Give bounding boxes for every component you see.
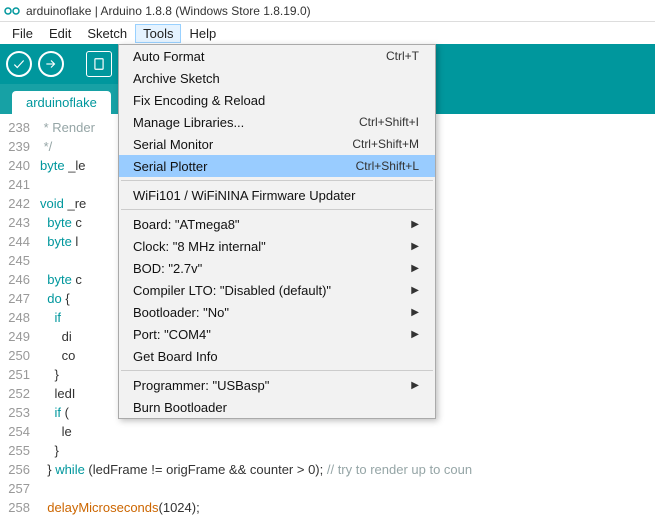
code-line[interactable]: delayMicroseconds(1024); <box>40 498 655 517</box>
line-number: 249 <box>0 327 30 346</box>
menu-separator <box>121 180 433 181</box>
window-title-bar: arduinoflake | Arduino 1.8.8 (Windows St… <box>0 0 655 22</box>
line-number: 239 <box>0 137 30 156</box>
line-number: 248 <box>0 308 30 327</box>
line-number: 247 <box>0 289 30 308</box>
menu-port[interactable]: Port: "COM4" ▶ <box>119 323 435 345</box>
menu-archive-sketch[interactable]: Archive Sketch <box>119 67 435 89</box>
line-number: 243 <box>0 213 30 232</box>
toolbar-extension <box>435 44 655 114</box>
menu-auto-format[interactable]: Auto Format Ctrl+T <box>119 45 435 67</box>
submenu-arrow-icon: ▶ <box>403 380 419 391</box>
menu-sketch[interactable]: Sketch <box>79 24 135 43</box>
menu-tools[interactable]: Tools <box>135 24 181 43</box>
menu-bar: File Edit Sketch Tools Help <box>0 22 655 44</box>
menu-edit[interactable]: Edit <box>41 24 79 43</box>
line-number: 238 <box>0 118 30 137</box>
line-number: 246 <box>0 270 30 289</box>
code-line[interactable]: le <box>40 422 655 441</box>
verify-button[interactable] <box>6 51 32 77</box>
line-number: 240 <box>0 156 30 175</box>
upload-button[interactable] <box>38 51 64 77</box>
submenu-arrow-icon: ▶ <box>403 307 419 318</box>
line-number: 241 <box>0 175 30 194</box>
menu-manage-libraries[interactable]: Manage Libraries... Ctrl+Shift+I <box>119 111 435 133</box>
menu-help[interactable]: Help <box>181 24 224 43</box>
code-line[interactable]: } while (ledFrame != origFrame && counte… <box>40 460 655 479</box>
line-number: 242 <box>0 194 30 213</box>
line-number: 253 <box>0 403 30 422</box>
menu-fix-encoding[interactable]: Fix Encoding & Reload <box>119 89 435 111</box>
submenu-arrow-icon: ▶ <box>403 241 419 252</box>
line-number: 254 <box>0 422 30 441</box>
line-number: 255 <box>0 441 30 460</box>
line-number: 256 <box>0 460 30 479</box>
line-number: 251 <box>0 365 30 384</box>
window-title: arduinoflake | Arduino 1.8.8 (Windows St… <box>26 4 311 18</box>
line-number: 244 <box>0 232 30 251</box>
menu-compiler-lto[interactable]: Compiler LTO: "Disabled (default)" ▶ <box>119 279 435 301</box>
code-line[interactable]: } <box>40 441 655 460</box>
submenu-arrow-icon: ▶ <box>403 329 419 340</box>
menu-programmer[interactable]: Programmer: "USBasp" ▶ <box>119 374 435 396</box>
menu-burn-bootloader[interactable]: Burn Bootloader <box>119 396 435 418</box>
line-gutter: 2382392402412422432442452462472482492502… <box>0 114 36 519</box>
submenu-arrow-icon: ▶ <box>403 219 419 230</box>
tools-dropdown: Auto Format Ctrl+T Archive Sketch Fix En… <box>118 44 436 419</box>
line-number: 245 <box>0 251 30 270</box>
menu-bootloader[interactable]: Bootloader: "No" ▶ <box>119 301 435 323</box>
menu-separator <box>121 370 433 371</box>
menu-serial-plotter[interactable]: Serial Plotter Ctrl+Shift+L <box>119 155 435 177</box>
tab-sketch[interactable]: arduinoflake <box>12 91 111 114</box>
arduino-logo-icon <box>4 3 20 19</box>
new-sketch-button[interactable] <box>86 51 112 77</box>
line-number: 250 <box>0 346 30 365</box>
menu-board[interactable]: Board: "ATmega8" ▶ <box>119 213 435 235</box>
line-number: 257 <box>0 479 30 498</box>
menu-separator <box>121 209 433 210</box>
line-number: 258 <box>0 498 30 517</box>
menu-serial-monitor[interactable]: Serial Monitor Ctrl+Shift+M <box>119 133 435 155</box>
line-number: 252 <box>0 384 30 403</box>
menu-clock[interactable]: Clock: "8 MHz internal" ▶ <box>119 235 435 257</box>
menu-wifi-updater[interactable]: WiFi101 / WiFiNINA Firmware Updater <box>119 184 435 206</box>
menu-bod[interactable]: BOD: "2.7v" ▶ <box>119 257 435 279</box>
submenu-arrow-icon: ▶ <box>403 285 419 296</box>
code-line[interactable] <box>40 479 655 498</box>
submenu-arrow-icon: ▶ <box>403 263 419 274</box>
menu-file[interactable]: File <box>4 24 41 43</box>
menu-get-board-info[interactable]: Get Board Info <box>119 345 435 367</box>
